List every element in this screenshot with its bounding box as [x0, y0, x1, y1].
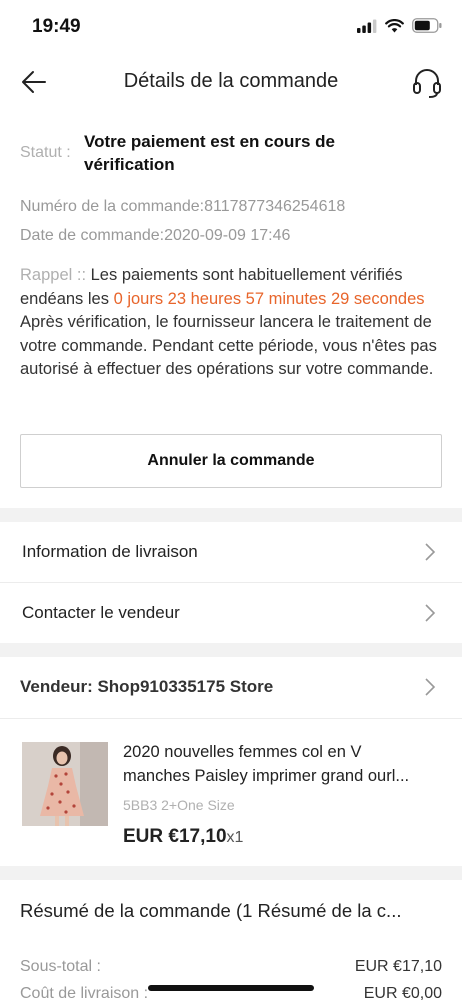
cancel-order-button[interactable]: Annuler la commande — [20, 434, 442, 488]
product-name-line1: 2020 nouvelles femmes col en V — [123, 743, 362, 761]
chevron-right-icon — [425, 604, 436, 622]
seller-label: Vendeur: Shop910335175 Store — [20, 677, 274, 696]
product-price-line: EUR €17,10x1 — [123, 826, 243, 848]
chevron-right-icon — [425, 543, 436, 561]
reminder-text-after: Après vérification, le fournisseur lance… — [20, 313, 437, 378]
product-variant: 5BB3 2+One Size — [123, 797, 235, 813]
status-value: Votre paiement est en cours de vérificat… — [84, 132, 335, 174]
wifi-icon — [385, 18, 404, 32]
chevron-right-icon — [425, 678, 436, 696]
order-number: Numéro de la commande:8117877346254618 — [20, 198, 346, 215]
page-title: Détails de la commande — [123, 70, 339, 92]
product-name[interactable]: 2020 nouvelles femmes col en V manches P… — [123, 740, 441, 788]
product-image — [22, 742, 108, 826]
subtotal-label: Sous-total : — [20, 958, 101, 975]
product-thumbnail[interactable] — [22, 742, 108, 826]
product-name-line2: manches Paisley imprimer grand ourl... — [123, 767, 410, 785]
subtotal-row: Sous-total : EUR €17,10 — [20, 958, 442, 976]
product-item[interactable]: 2020 nouvelles femmes col en V manches P… — [0, 720, 462, 870]
headset-icon — [413, 69, 441, 98]
delivery-info-label: Information de livraison — [22, 542, 198, 561]
section-separator — [0, 866, 462, 880]
seller-row[interactable]: Vendeur: Shop910335175 Store — [0, 657, 462, 717]
signal-icon — [357, 19, 377, 33]
shipping-label: Coût de livraison : — [20, 985, 149, 1000]
shipping-value: EUR €0,00 — [363, 985, 442, 1000]
payment-reminder: Rappel :: Les paiements sont habituellem… — [20, 264, 444, 382]
product-price: EUR €17,10 — [123, 826, 227, 847]
status-label: Statut : — [20, 144, 71, 161]
contact-seller-label: Contacter le vendeur — [22, 603, 180, 622]
product-quantity: x1 — [226, 829, 244, 846]
status-icons — [357, 18, 442, 33]
reminder-label: Rappel :: — [20, 266, 87, 284]
subtotal-value: EUR €17,10 — [354, 958, 442, 975]
order-summary-title: Résumé de la commande (1 Résumé de la c.… — [20, 900, 402, 921]
status-time: 19:49 — [32, 16, 81, 37]
nav-bar: Détails de la commande — [0, 56, 462, 108]
contact-seller-row[interactable]: Contacter le vendeur — [0, 583, 462, 643]
battery-icon — [412, 18, 442, 33]
status-bar: 19:49 — [0, 0, 462, 56]
row-divider — [0, 718, 462, 719]
support-button[interactable] — [410, 66, 444, 100]
home-indicator[interactable] — [148, 985, 314, 991]
delivery-info-row[interactable]: Information de livraison — [0, 522, 462, 582]
reminder-countdown: 0 jours 23 heures 57 minutes 29 secondes — [113, 289, 425, 308]
section-separator — [0, 508, 462, 522]
order-date: Date de commande:2020-09-09 17:46 — [20, 227, 291, 244]
section-separator — [0, 643, 462, 657]
